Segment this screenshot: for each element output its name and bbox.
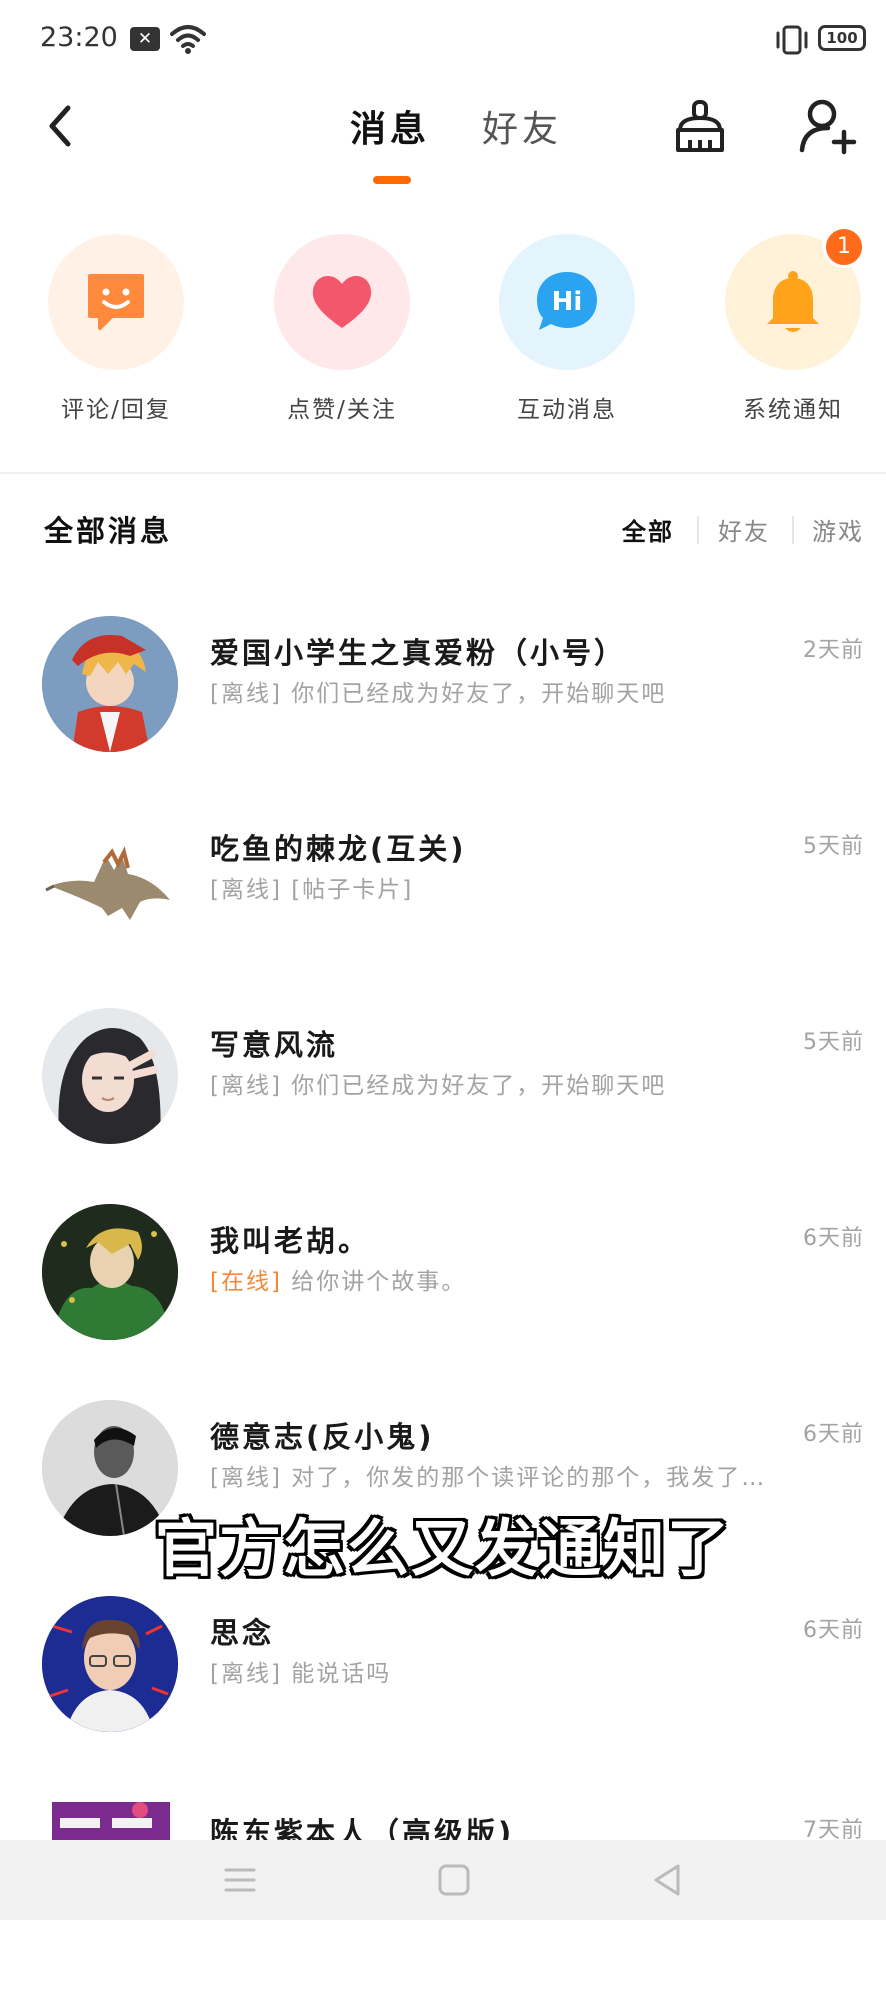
- conversation-name: 我叫老胡。: [210, 1224, 371, 1258]
- video-caption: 官方怎么又发通知了: [154, 1512, 731, 1585]
- vibrate-icon: [776, 25, 808, 55]
- filter-divider: [697, 516, 699, 544]
- filter-games[interactable]: 游戏: [812, 512, 864, 547]
- conversation-time: 6天前: [803, 1226, 864, 1251]
- conversation-time: 5天前: [803, 834, 864, 859]
- active-tab-indicator: [373, 176, 411, 184]
- conversation-row[interactable]: 我叫老胡。 [在线] 给你讲个故事。 6天前: [0, 1204, 886, 1400]
- tab-friends[interactable]: 好友: [482, 100, 562, 152]
- conversation-row[interactable]: 写意风流 [离线] 你们已经成为好友了，开始聊天吧 5天前: [0, 1008, 886, 1204]
- presence-status: [在线]: [210, 1269, 282, 1295]
- interaction-messages-button[interactable]: Hi: [499, 234, 635, 370]
- last-message: 能说话吗: [291, 1661, 392, 1687]
- add-friend-icon[interactable]: [798, 96, 858, 156]
- conversation-time: 6天前: [803, 1618, 864, 1643]
- tab-messages[interactable]: 消息: [350, 100, 430, 152]
- conversation-time: 5天前: [803, 1030, 864, 1055]
- presence-status: [离线]: [210, 1465, 282, 1491]
- comments-replies-button[interactable]: [48, 234, 184, 370]
- notification-x-icon: ✕: [130, 27, 160, 51]
- heart-icon: [312, 275, 372, 328]
- conversation-name: 吃鱼的棘龙(互关): [210, 832, 467, 866]
- conversation-time: 2天前: [803, 638, 864, 663]
- avatar: [42, 1204, 178, 1340]
- smile-chat-icon: [88, 274, 144, 330]
- conversation-preview: [离线] [帖子卡片]: [210, 870, 413, 904]
- avatar: [42, 616, 178, 752]
- status-time: 23:20: [40, 22, 118, 53]
- system-notifications-label: 系统通知: [743, 397, 843, 423]
- wifi-icon: [170, 25, 206, 54]
- clear-messages-icon[interactable]: [672, 96, 728, 156]
- filter-all[interactable]: 全部: [622, 512, 674, 547]
- conversation-preview: [离线] 能说话吗: [210, 1654, 391, 1688]
- notification-count-badge: 1: [823, 226, 865, 268]
- presence-status: [离线]: [210, 1073, 282, 1099]
- back-button[interactable]: [36, 96, 86, 156]
- menu-icon[interactable]: [218, 1858, 262, 1902]
- last-message: [帖子卡片]: [291, 877, 414, 903]
- conversation-row[interactable]: 爱国小学生之真爱粉（小号） [离线] 你们已经成为好友了，开始聊天吧 2天前: [0, 616, 886, 812]
- presence-status: [离线]: [210, 681, 282, 707]
- svg-text:Hi: Hi: [552, 287, 583, 317]
- conversation-preview: [在线] 给你讲个故事。: [210, 1262, 466, 1296]
- bell-icon: [767, 271, 819, 332]
- section-divider: [0, 472, 886, 474]
- system-nav-bar: [0, 1840, 886, 1920]
- conversation-name: 思念: [210, 1616, 275, 1650]
- filter-friends[interactable]: 好友: [718, 512, 770, 547]
- conversation-name: 写意风流: [210, 1028, 339, 1062]
- comments-replies-label: 评论/回复: [61, 397, 171, 423]
- conversation-time: 6天前: [803, 1422, 864, 1447]
- avatar: [42, 1596, 178, 1732]
- last-message: 给你讲个故事。: [291, 1269, 467, 1295]
- conversation-preview: [离线] 你们已经成为好友了，开始聊天吧: [210, 674, 666, 708]
- conversation-name: 爱国小学生之真爱粉（小号）: [210, 636, 627, 670]
- filter-divider: [792, 516, 794, 544]
- avatar: [42, 812, 178, 948]
- conversation-row[interactable]: 吃鱼的棘龙(互关) [离线] [帖子卡片] 5天前: [0, 812, 886, 1008]
- all-messages-title: 全部消息: [44, 514, 173, 548]
- last-message: 对了，你发的那个读评论的那个，我发了…: [291, 1465, 767, 1491]
- last-message: 你们已经成为好友了，开始聊天吧: [291, 1073, 667, 1099]
- avatar: [42, 1008, 178, 1144]
- hi-chat-icon: Hi: [537, 272, 597, 330]
- presence-status: [离线]: [210, 877, 282, 903]
- battery-indicator: 100: [818, 25, 866, 51]
- back-nav-icon[interactable]: [646, 1858, 690, 1902]
- last-message: 你们已经成为好友了，开始聊天吧: [291, 681, 667, 707]
- interaction-messages-label: 互动消息: [517, 397, 617, 423]
- presence-status: [离线]: [210, 1661, 282, 1687]
- likes-follows-button[interactable]: [274, 234, 410, 370]
- conversation-preview: [离线] 你们已经成为好友了，开始聊天吧: [210, 1066, 666, 1100]
- conversation-preview: [离线] 对了，你发的那个读评论的那个，我发了…: [210, 1458, 766, 1492]
- conversation-row[interactable]: 思念 [离线] 能说话吗 6天前: [0, 1596, 886, 1792]
- home-icon[interactable]: [432, 1858, 476, 1902]
- conversation-name: 德意志(反小鬼): [210, 1420, 435, 1454]
- likes-follows-label: 点赞/关注: [287, 397, 397, 423]
